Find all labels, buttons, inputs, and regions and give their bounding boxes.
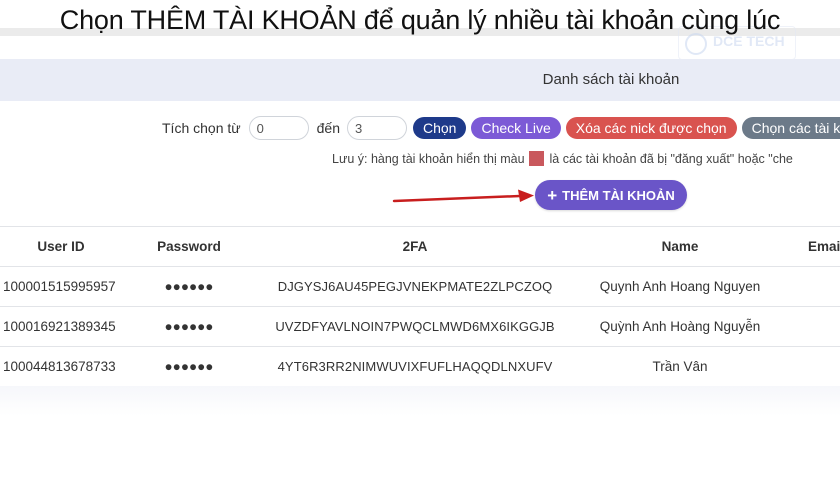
check-live-button[interactable]: Check Live xyxy=(471,117,561,139)
cell-2fa: 4YT6R3RR2NIMWUVIXFUFLHAQQDLNXUFV xyxy=(277,359,553,374)
select-all-button[interactable]: Chọn các tài kh xyxy=(741,117,840,139)
note-text-before: Lưu ý: hàng tài khoản hiển thị màu xyxy=(332,151,525,166)
table-footer-shade xyxy=(0,386,840,416)
header-name[interactable]: Name xyxy=(580,227,780,267)
table-row[interactable]: 100016921389345 ●●●●●● UVZDFYAVLNOIN7PWQ… xyxy=(0,307,840,347)
select-from-label: Tích chọn từ xyxy=(162,120,241,136)
cell-name: Quynh Anh Hoang Nguyen xyxy=(599,279,761,294)
selection-toolbar: Tích chọn từ đến Chọn Check Live Xóa các… xyxy=(162,116,840,140)
plus-icon: + xyxy=(547,185,558,205)
table-row[interactable]: 100001515995957 ●●●●●● DJGYSJ6AU45PEGJVN… xyxy=(0,267,840,307)
choose-button[interactable]: Chọn xyxy=(413,117,467,139)
logged-out-swatch xyxy=(528,151,544,166)
cell-password: ●●●●●● xyxy=(164,359,214,374)
note-text-after: là các tài khoản đã bị "đăng xuất" hoặc … xyxy=(549,151,793,166)
add-account-label: THÊM TÀI KHOẢN xyxy=(562,187,675,203)
select-from-input[interactable] xyxy=(248,116,309,140)
add-account-button[interactable]: + THÊM TÀI KHOẢN xyxy=(535,180,687,210)
cell-name: Trần Vân xyxy=(652,359,708,374)
cell-user-id: 100016921389345 xyxy=(3,319,116,334)
legend-note: Lưu ý: hàng tài khoản hiển thị màu là cá… xyxy=(332,151,793,166)
header-2fa[interactable]: 2FA xyxy=(248,227,582,267)
delete-selected-button[interactable]: Xóa các nick được chọn xyxy=(565,117,737,139)
cell-user-id: 100044813678733 xyxy=(3,359,116,374)
cell-2fa: UVZDFYAVLNOIN7PWQCLMWD6MX6IKGGJB xyxy=(275,319,555,334)
cell-password: ●●●●●● xyxy=(164,319,214,334)
watermark-mark xyxy=(685,33,707,55)
header-user-id[interactable]: User ID xyxy=(0,227,122,267)
red-arrow-annotation xyxy=(392,189,534,203)
cell-user-id: 100001515995957 xyxy=(3,279,116,294)
page-header: Danh sách tài khoản xyxy=(0,59,840,101)
cell-2fa: DJGYSJ6AU45PEGJVNEKPMATE2ZLPCZOQ xyxy=(277,279,553,294)
header-password[interactable]: Password xyxy=(130,227,248,267)
cell-password: ●●●●●● xyxy=(164,279,214,294)
header-email[interactable]: Emai xyxy=(808,227,840,267)
page-title: Danh sách tài khoản xyxy=(542,71,680,88)
instruction-caption: Chọn THÊM TÀI KHOẢN để quản lý nhiều tài… xyxy=(59,5,781,35)
cell-name: Quỳnh Anh Hoàng Nguyễn xyxy=(599,319,761,334)
select-to-label: đến xyxy=(316,120,340,136)
table-header: User ID Password 2FA Name Emai xyxy=(0,227,840,267)
select-to-input[interactable] xyxy=(347,116,407,140)
table-row[interactable]: 100044813678733 ●●●●●● 4YT6R3RR2NIMWUVIX… xyxy=(0,347,840,387)
accounts-table: User ID Password 2FA Name Emai 100001515… xyxy=(0,226,840,387)
